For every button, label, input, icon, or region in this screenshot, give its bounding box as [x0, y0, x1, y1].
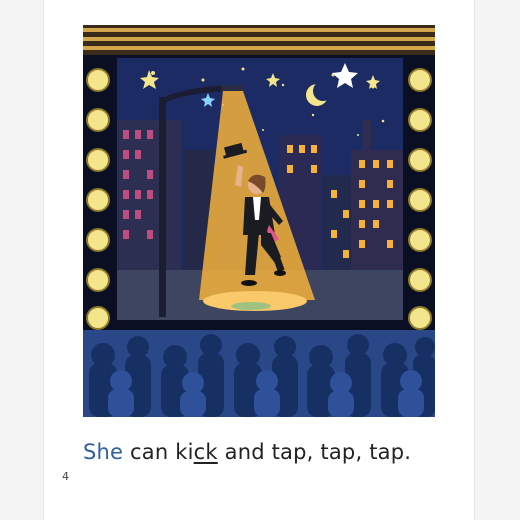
stage-illustration: [83, 25, 435, 417]
sentence-text-end: and tap, tap, tap.: [217, 440, 412, 464]
page-number: 4: [62, 470, 69, 483]
puddle: [231, 302, 271, 310]
highlighted-word: She: [83, 440, 124, 464]
sentence-text: can ki: [123, 440, 194, 464]
underlined-digraph: ck: [193, 440, 218, 464]
story-sentence: She can kick and tap, tap, tap.: [83, 440, 411, 464]
curtain-valance: [83, 25, 435, 55]
